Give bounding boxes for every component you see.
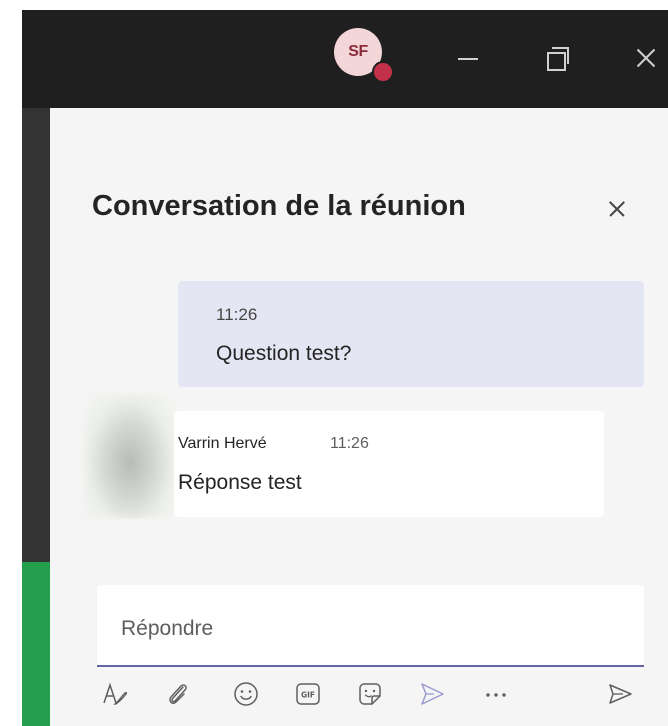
participant-avatar[interactable] <box>84 394 176 518</box>
participant-message[interactable]: Varrin Hervé 11:26 Réponse test <box>174 411 604 517</box>
svg-text:GIF: GIF <box>301 691 315 700</box>
emoji-icon[interactable] <box>228 676 264 712</box>
close-window-button[interactable] <box>624 34 664 74</box>
send-icon[interactable] <box>602 676 638 712</box>
more-icon[interactable] <box>478 676 514 712</box>
reply-compose-box[interactable] <box>97 585 644 667</box>
message-time: 11:26 <box>216 305 258 324</box>
panel-title: Conversation de la réunion <box>92 190 466 222</box>
gif-icon[interactable]: GIF <box>290 676 326 712</box>
presence-status-dot <box>372 61 394 83</box>
my-message[interactable]: 11:26 Question test? <box>178 281 644 387</box>
close-panel-button[interactable] <box>600 192 634 226</box>
restore-icon-front <box>547 52 566 71</box>
reply-input[interactable] <box>119 611 623 647</box>
message-text: Réponse test <box>178 471 302 494</box>
message-sender: Varrin Hervé <box>178 435 267 452</box>
message-text: Question test? <box>216 342 352 365</box>
app-rail-accent <box>22 562 50 726</box>
attach-icon[interactable] <box>160 676 196 712</box>
compose-toolbar: GIF <box>96 676 656 716</box>
message-time: 11:26 <box>330 435 369 452</box>
sticker-icon[interactable] <box>352 676 388 712</box>
format-icon[interactable] <box>96 676 132 712</box>
minimize-button[interactable] <box>446 34 486 74</box>
praise-icon[interactable] <box>414 676 450 712</box>
maximize-button[interactable] <box>536 34 576 74</box>
